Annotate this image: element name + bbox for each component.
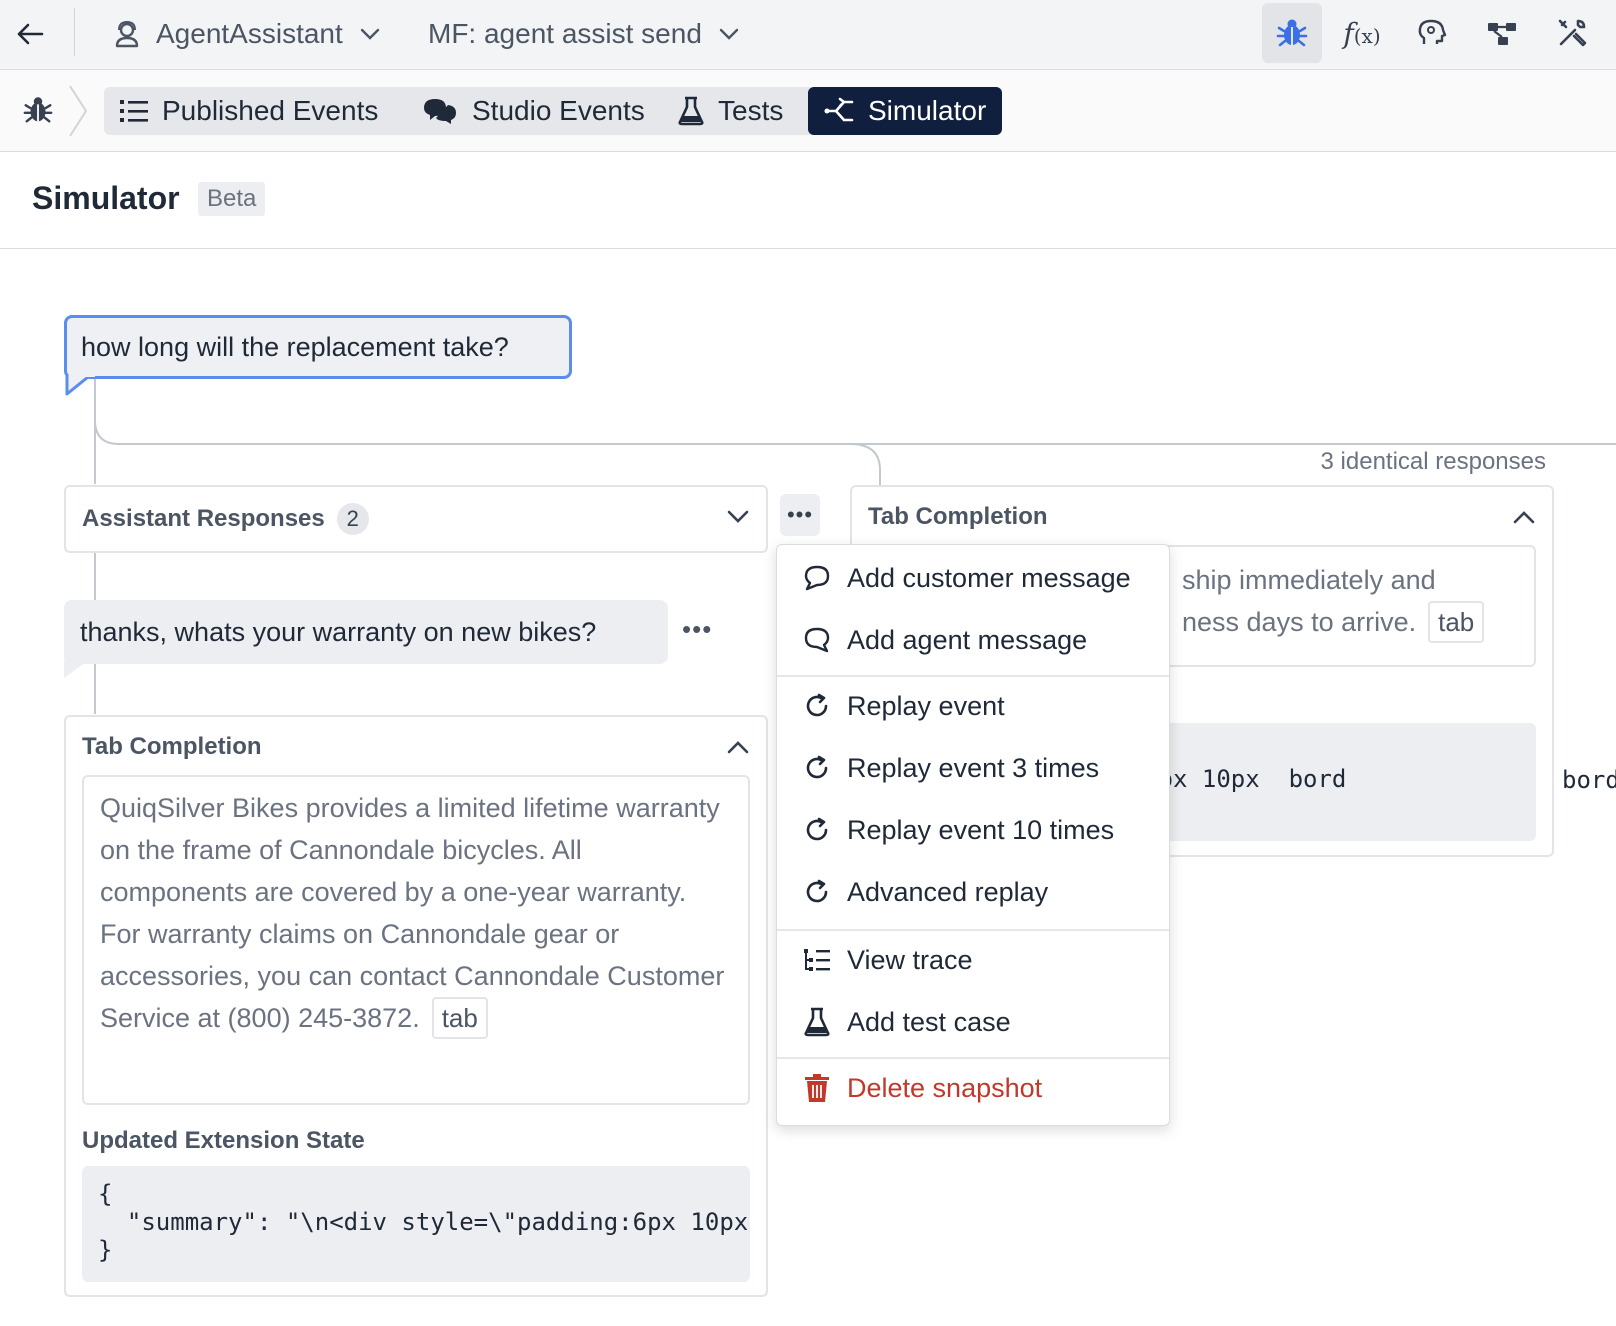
options-menu: Add customer message Add agent message R… bbox=[776, 544, 1170, 1126]
card-header: Tab Completion bbox=[82, 733, 262, 761]
menu-item-replay-3[interactable]: Replay event 3 times bbox=[777, 739, 1169, 797]
breadcrumb-separator-icon bbox=[69, 85, 88, 137]
chevron-up-icon[interactable] bbox=[1510, 503, 1538, 531]
tab-completion-card-left: Tab Completion QuiqSilver Bikes provides… bbox=[64, 715, 768, 1297]
customer-message-bubble[interactable]: how long will the replacement take? bbox=[64, 315, 572, 379]
share-icon bbox=[824, 97, 854, 122]
bubble-tail bbox=[64, 660, 86, 678]
page-header: Simulator Beta bbox=[0, 152, 1616, 249]
menu-item-label: View trace bbox=[847, 944, 973, 975]
tab-label: Published Events bbox=[162, 95, 379, 126]
tab-label: Tests bbox=[718, 95, 784, 126]
list-icon bbox=[120, 100, 148, 122]
tools-button[interactable] bbox=[1542, 3, 1602, 63]
ai-button[interactable] bbox=[1402, 3, 1462, 63]
extension-state-heading: Updated Extension State bbox=[82, 1127, 365, 1154]
page-title: Simulator bbox=[32, 180, 180, 216]
tab-chip[interactable]: tab bbox=[1428, 601, 1485, 643]
menu-item-replay-10[interactable]: Replay event 10 times bbox=[777, 801, 1169, 859]
menu-item-add-test-case[interactable]: Add test case bbox=[777, 993, 1169, 1051]
chevron-up-icon[interactable] bbox=[724, 733, 752, 761]
menu-item-label: Delete snapshot bbox=[847, 1072, 1043, 1103]
completion-line: ship immediately and bbox=[1182, 565, 1436, 595]
card-title: Assistant Responses bbox=[82, 505, 325, 532]
bubble-tail bbox=[65, 374, 95, 396]
flow-selector[interactable]: MF: agent assist send bbox=[428, 14, 740, 54]
card-header: Tab Completion bbox=[868, 503, 1048, 531]
back-arrow-icon bbox=[17, 23, 44, 45]
menu-item-label: Add agent message bbox=[847, 624, 1088, 655]
menu-item-label: Add customer message bbox=[847, 562, 1131, 593]
redo-icon bbox=[806, 693, 828, 717]
chevron-down-icon bbox=[360, 28, 379, 40]
redo-icon bbox=[806, 817, 828, 841]
functions-button[interactable]: f(x) bbox=[1332, 3, 1392, 63]
tab-label: Studio Events bbox=[472, 95, 645, 126]
menu-item-replay-event[interactable]: Replay event bbox=[777, 677, 1169, 735]
menu-item-label: Replay event bbox=[847, 690, 1005, 721]
menu-item-label: Add test case bbox=[847, 1006, 1011, 1037]
chat-bubble-icon bbox=[804, 565, 830, 591]
agent-message-options-icon[interactable]: ••• bbox=[682, 614, 712, 645]
chat-bubble-outline-icon bbox=[804, 627, 830, 653]
menu-item-add-customer-message[interactable]: Add customer message bbox=[777, 549, 1169, 607]
tab-chip[interactable]: tab bbox=[431, 997, 488, 1039]
flow-name: MF: agent assist send bbox=[428, 18, 702, 49]
redo-icon bbox=[806, 755, 828, 779]
card-title: Tab Completion bbox=[868, 503, 1048, 530]
trace-icon bbox=[804, 949, 830, 971]
top-bar: AgentAssistant MF: agent assist send f(x… bbox=[0, 0, 1616, 70]
app-selector[interactable]: AgentAssistant bbox=[112, 14, 381, 54]
sub-navigation: Published Events Studio Events Tests Sim… bbox=[0, 70, 1616, 152]
chevron-down-icon[interactable] bbox=[724, 503, 752, 531]
chat-icon bbox=[424, 99, 456, 124]
assistant-responses-card[interactable]: Assistant Responses 2 bbox=[64, 485, 768, 553]
menu-item-label: Advanced replay bbox=[847, 876, 1049, 907]
network-icon bbox=[1488, 23, 1516, 45]
brain-icon bbox=[1418, 19, 1447, 44]
tab-studio-events[interactable]: Studio Events bbox=[422, 87, 645, 135]
card-title: Tab Completion bbox=[82, 733, 262, 760]
card-header: Assistant Responses 2 bbox=[82, 503, 369, 535]
flask-icon bbox=[804, 1007, 830, 1037]
tab-tests[interactable]: Tests bbox=[678, 87, 783, 135]
code-overflow-text: bord bbox=[1562, 766, 1616, 794]
menu-item-label: Replay event 10 times bbox=[847, 814, 1115, 845]
menu-item-add-agent-message[interactable]: Add agent message bbox=[777, 611, 1169, 669]
completion-line: ness days to arrive. bbox=[1182, 607, 1417, 637]
trash-icon bbox=[805, 1074, 829, 1102]
menu-item-view-trace[interactable]: View trace bbox=[777, 931, 1169, 989]
back-button[interactable] bbox=[10, 14, 50, 54]
bug-icon bbox=[23, 97, 53, 123]
flask-icon bbox=[678, 96, 704, 126]
extension-state-code: { "summary": "\n<div style=\"padding:6px… bbox=[82, 1166, 750, 1282]
menu-item-advanced-replay[interactable]: Advanced replay bbox=[777, 863, 1169, 921]
agent-icon bbox=[115, 20, 139, 48]
ellipsis-icon: ••• bbox=[786, 502, 814, 527]
bug-icon bbox=[1276, 19, 1308, 47]
completion-text-box: QuiqSilver Bikes provides a limited life… bbox=[82, 775, 750, 1105]
function-icon: f(x) bbox=[1343, 16, 1381, 50]
integrations-button[interactable] bbox=[1472, 3, 1532, 63]
beta-badge: Beta bbox=[198, 182, 266, 216]
identical-responses-label: 3 identical responses bbox=[1320, 448, 1546, 475]
debug-button[interactable] bbox=[1262, 3, 1322, 63]
breadcrumb-debug[interactable] bbox=[20, 92, 56, 128]
app-name: AgentAssistant bbox=[156, 18, 343, 49]
completion-text: QuiqSilver Bikes provides a limited life… bbox=[100, 793, 725, 1033]
tab-label: Simulator bbox=[868, 95, 987, 126]
menu-item-label: Replay event 3 times bbox=[847, 752, 1100, 783]
divider bbox=[74, 8, 75, 56]
chevron-down-icon bbox=[719, 28, 739, 40]
response-count-badge: 2 bbox=[336, 503, 369, 535]
agent-message-bubble[interactable]: thanks, whats your warranty on new bikes… bbox=[64, 600, 668, 664]
menu-item-delete-snapshot[interactable]: Delete snapshot bbox=[777, 1059, 1169, 1117]
redo-icon bbox=[806, 879, 828, 903]
tab-group: Published Events Studio Events Tests Sim… bbox=[104, 87, 1003, 135]
tab-published-events[interactable]: Published Events bbox=[120, 87, 378, 135]
tools-icon bbox=[1558, 19, 1587, 47]
tab-simulator[interactable]: Simulator bbox=[808, 87, 1003, 135]
more-options-button[interactable]: ••• bbox=[780, 494, 820, 536]
